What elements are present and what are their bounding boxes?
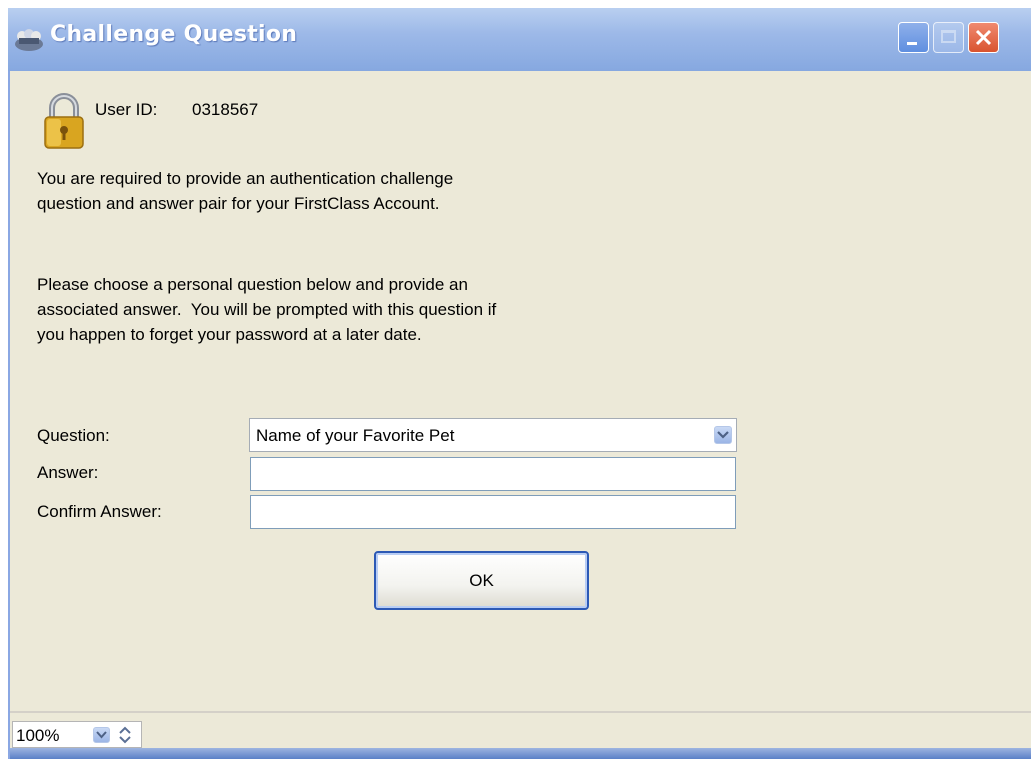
instruction-line-3: you happen to forget your password at a …	[37, 325, 422, 344]
confirm-answer-input[interactable]	[250, 495, 736, 529]
chevron-down-icon	[717, 431, 729, 439]
intro-line-2: question and answer pair for your FirstC…	[37, 194, 440, 213]
up-down-arrows-icon[interactable]	[116, 724, 134, 746]
close-icon	[975, 29, 992, 46]
ok-button-label: OK	[469, 570, 494, 590]
answer-label: Answer:	[37, 463, 99, 482]
maximize-icon	[941, 30, 956, 43]
intro-message: You are required to provide an authentic…	[37, 166, 697, 216]
question-selected-value: Name of your Favorite Pet	[256, 426, 455, 445]
zoom-value: 100%	[16, 726, 60, 745]
question-label: Question:	[37, 426, 110, 445]
zoom-dropdown-button[interactable]	[93, 727, 110, 743]
close-button[interactable]	[968, 22, 999, 53]
padlock-icon	[44, 93, 84, 149]
ok-button[interactable]: OK	[374, 551, 589, 610]
challenge-question-window: Challenge Question User ID: 0318567 You …	[8, 8, 1031, 759]
instruction-line-2: associated answer. You will be prompted …	[37, 300, 497, 319]
instruction-line-1: Please choose a personal question below …	[37, 275, 468, 294]
title-bar[interactable]: Challenge Question	[8, 8, 1031, 71]
user-id-label: User ID:	[95, 100, 158, 119]
minimize-button[interactable]	[898, 22, 929, 53]
chevron-down-icon	[96, 731, 107, 739]
answer-input[interactable]	[250, 457, 736, 491]
window-title: Challenge Question	[50, 22, 298, 47]
maximize-button[interactable]	[933, 22, 964, 53]
instruction-message: Please choose a personal question below …	[37, 272, 697, 347]
user-id-value: 0318567	[192, 100, 259, 119]
minimize-icon	[907, 42, 917, 45]
confirm-answer-label: Confirm Answer:	[37, 502, 162, 521]
firstclass-app-icon	[15, 29, 43, 51]
zoom-control[interactable]: 100%	[12, 721, 142, 748]
question-dropdown-button[interactable]	[714, 426, 732, 444]
window-bottom-border	[10, 748, 1031, 759]
intro-line-1: You are required to provide an authentic…	[37, 169, 454, 188]
question-select[interactable]: Name of your Favorite Pet	[249, 418, 737, 452]
